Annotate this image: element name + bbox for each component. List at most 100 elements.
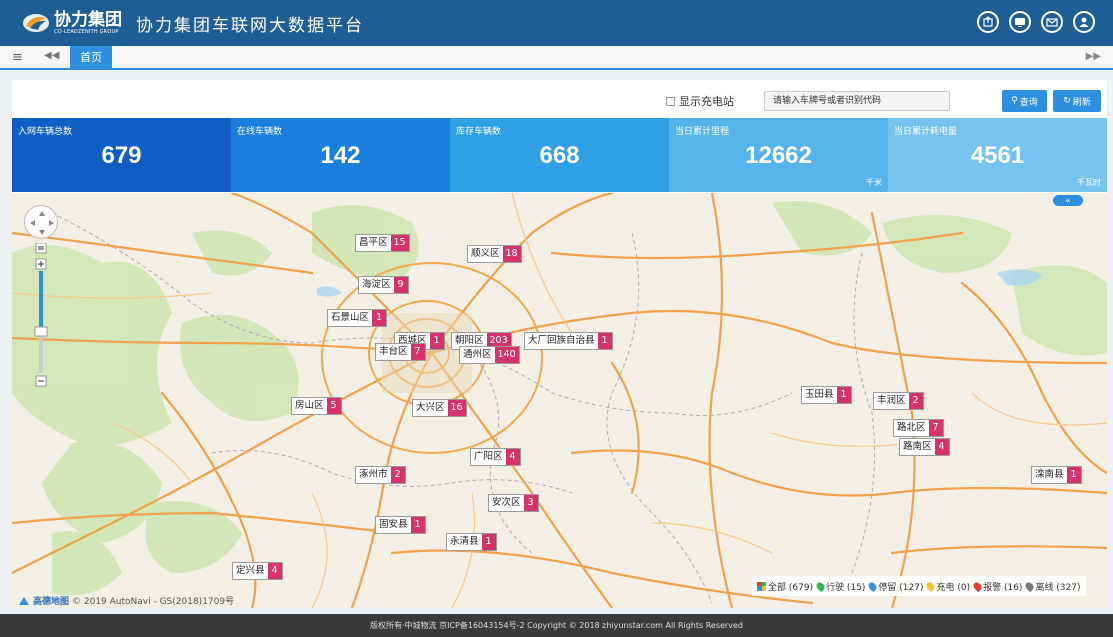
search-input[interactable]: 请输入车牌号或者识别代码 (764, 91, 950, 111)
legend-label: 报警 (16) (983, 582, 1023, 593)
checkbox-icon[interactable] (666, 96, 675, 106)
refresh-button[interactable]: ↻ 刷新 (1053, 90, 1101, 112)
marker-count: 4 (505, 449, 520, 465)
marker-name: 玉田县 (805, 389, 834, 400)
scroll-left-icon[interactable]: ◀◀ (44, 50, 59, 61)
district-marker[interactable]: 玉田县 1 (801, 386, 852, 404)
pin-icon (925, 580, 937, 592)
stat-value: 679 (101, 142, 142, 169)
legend-all[interactable]: 全部 (679) (757, 580, 813, 593)
district-marker[interactable]: 顺义区 18 (467, 245, 522, 263)
marker-name: 永清县 (450, 536, 479, 547)
marker-count: 9 (393, 277, 408, 293)
map-background (12, 193, 1107, 608)
marker-count: 1 (481, 534, 496, 550)
collapse-button[interactable]: « (1053, 195, 1083, 206)
district-marker[interactable]: 广阳区 4 (470, 448, 521, 466)
district-marker[interactable]: 安次区 3 (488, 494, 539, 512)
legend-label: 停留 (127) (878, 582, 924, 593)
district-marker[interactable]: 永清县 1 (446, 533, 497, 551)
logo-chinese-text: 协力集团 (54, 10, 122, 30)
stat-daily-energy: 当日累计耗电量 4561 千瓦时 (888, 118, 1107, 192)
legend-alarm[interactable]: 报警 (16) (971, 580, 1023, 593)
stat-label: 入网车辆总数 (18, 127, 73, 137)
district-marker[interactable]: 大厂回族自治县 1 (524, 332, 613, 350)
stat-unit: 千米 (866, 178, 882, 187)
district-marker[interactable]: 固安县 1 (375, 516, 426, 534)
marker-count: 18 (502, 246, 521, 262)
pin-icon (814, 580, 827, 592)
stat-label: 在线车辆数 (237, 127, 283, 137)
district-marker[interactable]: 海淀区 9 (358, 276, 409, 294)
district-marker[interactable]: 房山区 5 (291, 397, 342, 415)
stat-value: 12662 (745, 142, 812, 169)
marker-count: 1 (410, 517, 425, 533)
marker-name: 定兴县 (236, 565, 265, 576)
district-marker[interactable]: 丰台区 7 (375, 343, 426, 361)
legend-offline[interactable]: 离线 (327) (1024, 580, 1081, 593)
marker-name: 通州区 (463, 349, 492, 360)
vehicle-map[interactable]: « 昌平区 15 顺义区 18 海淀区 9 石景山区 1 西城区 1 朝阳区 2… (12, 193, 1107, 608)
marker-name: 路南区 (903, 441, 932, 452)
page-footer: 版权所有·中城物流 京ICP备16043154号-2 Copyright © 2… (0, 614, 1113, 637)
charging-station-label: 显示充电站 (679, 95, 734, 108)
company-logo: 协力集团 CO-LEADZENITH GROUP (22, 11, 122, 35)
marker-count: 1 (836, 387, 851, 403)
legend-label: 行驶 (15) (826, 582, 866, 593)
attribution-logo-text: 高德地图 (33, 597, 70, 607)
toolbar: 显示充电站 请输入车牌号或者识别代码 ⚲ 查询 ↻ 刷新 (12, 80, 1107, 117)
district-marker[interactable]: 滦南县 1 (1031, 466, 1082, 484)
menu-icon[interactable]: ≡ (12, 50, 23, 65)
page-title: 协力集团车联网大数据平台 (136, 15, 364, 36)
mail-icon[interactable] (1041, 11, 1063, 33)
marker-count: 2 (908, 393, 923, 409)
legend-parked[interactable]: 停留 (127) (867, 580, 924, 593)
district-marker[interactable]: 路南区 4 (899, 438, 950, 456)
marker-count: 2 (390, 467, 405, 483)
map-zoom-slider[interactable] (34, 243, 48, 393)
marker-name: 大厂回族自治县 (528, 335, 595, 346)
refresh-icon: ↻ (1063, 96, 1071, 106)
export-icon[interactable] (977, 11, 999, 33)
marker-count: 1 (429, 333, 444, 349)
district-marker[interactable]: 昌平区 15 (355, 234, 410, 252)
district-marker[interactable]: 路北区 7 (893, 419, 944, 437)
tab-home[interactable]: 首页 (70, 46, 112, 68)
district-marker[interactable]: 大兴区 16 (412, 399, 467, 417)
screen-icon[interactable] (1009, 11, 1031, 33)
tab-bar: ≡ ◀◀ 首页 ▶▶ (0, 46, 1113, 70)
stat-unit: 千瓦时 (1077, 178, 1101, 187)
map-pan-control[interactable] (24, 205, 58, 239)
marker-name: 石景山区 (331, 312, 370, 323)
marker-name: 路北区 (897, 422, 926, 433)
stat-label: 当日累计耗电量 (894, 127, 958, 137)
charging-station-toggle[interactable]: 显示充电站 (666, 93, 734, 109)
attribution-text: © 2019 AutoNavi - GS(2018)1709号 (72, 597, 235, 607)
marker-name: 涿州市 (359, 469, 388, 480)
grid-icon (757, 581, 766, 591)
amap-logo-icon (19, 596, 29, 605)
marker-count: 1 (1066, 467, 1081, 483)
map-attribution: 高德地图 © 2019 AutoNavi - GS(2018)1709号 (18, 594, 234, 607)
legend-label: 全部 (679) (768, 582, 814, 593)
district-marker[interactable]: 涿州市 2 (355, 466, 406, 484)
stat-value: 142 (320, 142, 361, 169)
user-icon[interactable] (1073, 11, 1095, 33)
marker-count: 1 (597, 333, 612, 349)
district-marker[interactable]: 石景山区 1 (327, 309, 388, 327)
query-button[interactable]: ⚲ 查询 (1002, 90, 1047, 112)
district-marker[interactable]: 定兴县 4 (232, 562, 283, 580)
stat-value: 668 (539, 142, 580, 169)
district-marker[interactable]: 丰润区 2 (873, 392, 924, 410)
district-marker[interactable]: 通州区 140 (459, 346, 520, 364)
legend-charging[interactable]: 充电 (0) (925, 580, 971, 593)
app-header: 协力集团 CO-LEADZENITH GROUP 协力集团车联网大数据平台 (0, 0, 1113, 46)
marker-count: 140 (494, 347, 519, 363)
logo-english-text: CO-LEADZENITH GROUP (54, 29, 119, 35)
query-label: 查询 (1019, 97, 1038, 108)
marker-count: 5 (326, 398, 341, 414)
marker-count: 7 (410, 344, 425, 360)
legend-label: 充电 (0) (936, 582, 971, 593)
scroll-right-icon[interactable]: ▶▶ (1086, 51, 1101, 62)
legend-driving[interactable]: 行驶 (15) (814, 580, 866, 593)
